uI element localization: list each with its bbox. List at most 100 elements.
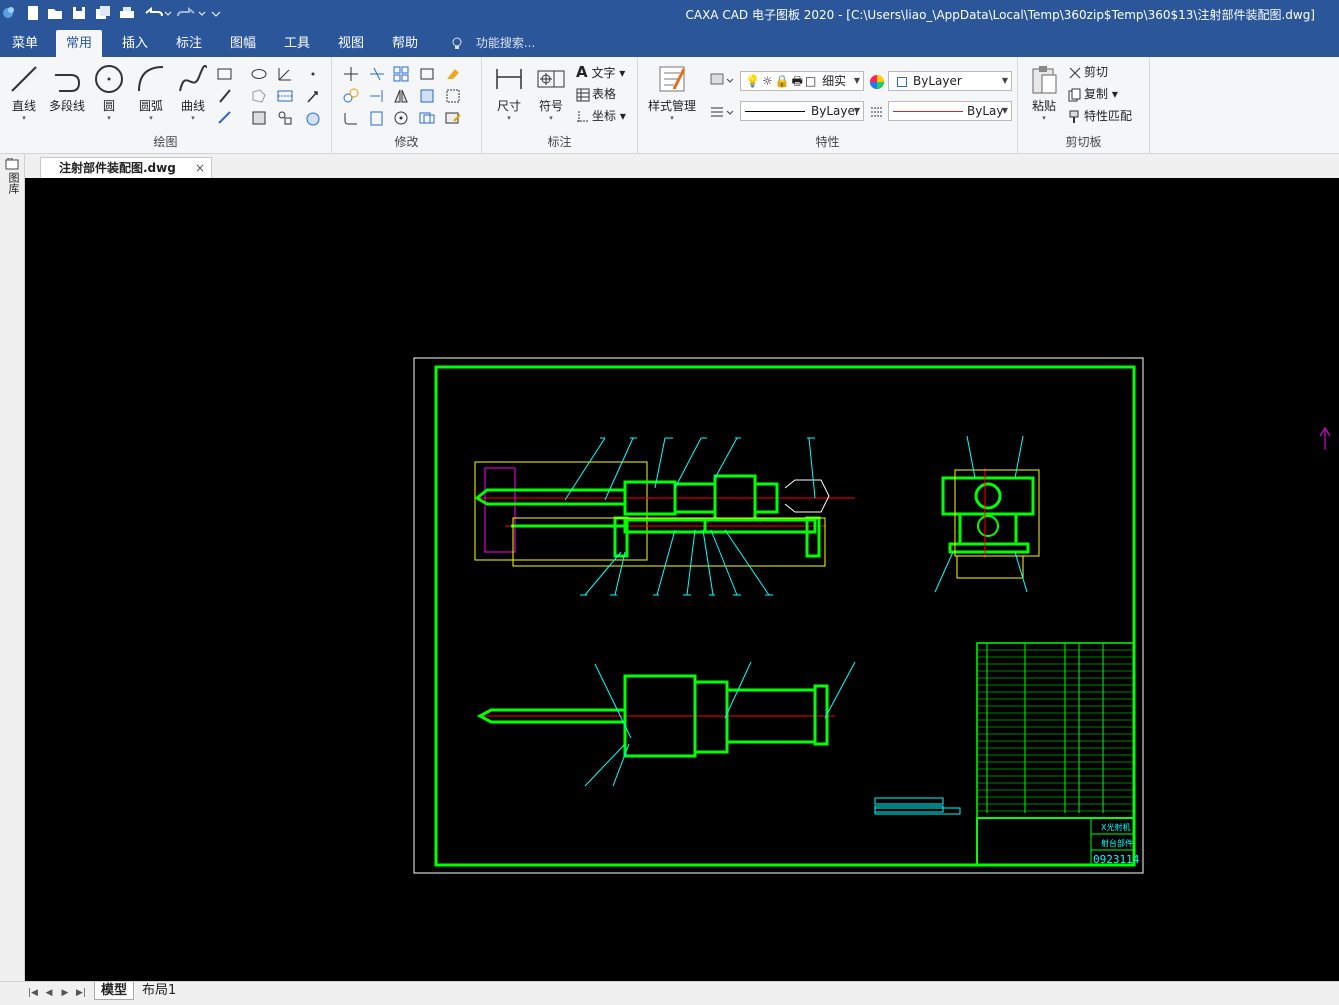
region-icon[interactable] xyxy=(304,109,322,127)
tab-menu[interactable]: 菜单 xyxy=(2,30,48,57)
text-button[interactable]: A 文字 ▾ xyxy=(576,63,625,81)
paste-button[interactable]: 粘贴 ▾ xyxy=(1024,63,1064,129)
parallel-line-icon[interactable] xyxy=(216,109,234,127)
geometric-tolerance-icon xyxy=(537,70,565,88)
prev-layout-icon[interactable]: ◀ xyxy=(42,986,56,1000)
brush-icon xyxy=(1069,110,1079,123)
style-manager-button[interactable]: 样式管理 ▾ xyxy=(644,63,700,129)
title-bar: CAXA CAD 电子图板 2020 - [C:\Users\liao_\App… xyxy=(0,0,1339,28)
side-view xyxy=(934,435,1040,593)
copy-icon xyxy=(1068,88,1081,101)
linetype-manager-icon[interactable] xyxy=(708,103,734,121)
move-icon[interactable] xyxy=(342,65,360,83)
document-tab[interactable]: 注射部件装配图.dwg × xyxy=(40,157,212,178)
layout-tab-layout1[interactable]: 布局1 xyxy=(136,982,182,1000)
fillet-icon[interactable] xyxy=(342,109,360,127)
rectangle-icon[interactable] xyxy=(216,65,234,83)
arrow-icon[interactable] xyxy=(304,87,322,105)
copy-object-icon[interactable] xyxy=(342,87,360,105)
layer-manager-icon[interactable] xyxy=(708,71,734,89)
block-icon[interactable] xyxy=(276,109,294,127)
linetype-combo[interactable]: ByLayer ▼ xyxy=(740,101,864,121)
open-folder-icon[interactable] xyxy=(46,4,64,22)
curve-button[interactable]: 曲线 ▾ xyxy=(172,63,214,129)
tab-view[interactable]: 视图 xyxy=(328,30,374,57)
new-file-icon[interactable] xyxy=(24,4,42,22)
line-button[interactable]: 直线 ▾ xyxy=(3,63,45,129)
extend-icon[interactable] xyxy=(368,87,386,105)
save-all-icon[interactable] xyxy=(94,4,112,22)
polyline-icon xyxy=(55,74,81,92)
circle-icon xyxy=(95,65,123,93)
tab-sheet[interactable]: 图幅 xyxy=(220,30,266,57)
symbol-button[interactable]: 符号 ▾ xyxy=(530,63,572,129)
rotate-icon[interactable] xyxy=(392,109,410,127)
title-block-code: 0923114 xyxy=(1093,853,1140,866)
tab-common[interactable]: 常用 xyxy=(56,30,103,57)
modify-group-label: 修改 xyxy=(394,135,419,149)
layer-state-icons: 💡☼🔒🖶□ xyxy=(745,74,819,88)
tab-tools[interactable]: 工具 xyxy=(274,30,320,57)
dimension-button[interactable]: 尺寸 ▾ xyxy=(488,63,530,129)
customize-quick-access-icon[interactable] xyxy=(210,4,222,22)
tech-note xyxy=(874,797,961,815)
edit-properties-icon[interactable] xyxy=(444,109,462,127)
library-panel-tab[interactable]: 图库 xyxy=(5,172,20,194)
scale-icon[interactable] xyxy=(368,109,386,127)
properties-group: 样式管理 ▾ 💡☼🔒🖶□ 细实 ▼ ByLayer ▼ ByLayer ▼ ByLay ▼… xyxy=(638,57,1018,154)
tab-help[interactable]: 帮助 xyxy=(382,30,428,57)
break-icon[interactable] xyxy=(444,87,462,105)
hatch-line-icon[interactable] xyxy=(216,87,234,105)
layout-tab-bar: |◀ ◀ ▶ ▶| 模型 布局1 xyxy=(0,981,1339,1005)
match-properties-button[interactable]: 特性匹配 xyxy=(1068,107,1132,125)
drawing-canvas[interactable]: X光射机 射台部件 0923114 xyxy=(25,178,1339,981)
save-icon[interactable] xyxy=(70,4,88,22)
layer-combo[interactable]: 💡☼🔒🖶□ 细实 ▼ xyxy=(740,71,864,91)
copy-button[interactable]: 复制 ▾ xyxy=(1068,85,1118,103)
trim-icon[interactable] xyxy=(368,65,386,83)
function-search[interactable]: 功能搜索... xyxy=(450,34,535,52)
lineweight-combo[interactable]: ByLay ▼ xyxy=(888,101,1012,121)
top-view xyxy=(476,661,856,787)
offset-icon[interactable] xyxy=(418,109,436,127)
front-view xyxy=(474,437,855,596)
coordinate-button[interactable]: 坐标 ▾ xyxy=(576,107,626,125)
redo-icon[interactable] xyxy=(176,4,206,22)
lineweight-icon[interactable] xyxy=(868,103,886,121)
last-layout-icon[interactable]: ▶| xyxy=(74,986,88,1000)
point-icon[interactable] xyxy=(304,65,322,83)
ellipse-icon[interactable] xyxy=(250,65,268,83)
hatch-icon[interactable] xyxy=(250,109,268,127)
centerline-icon[interactable] xyxy=(276,87,294,105)
color-wheel-icon[interactable] xyxy=(868,73,886,91)
mirror-icon[interactable] xyxy=(392,87,410,105)
library-icon[interactable] xyxy=(5,158,19,170)
polygon-icon[interactable] xyxy=(250,87,268,105)
annotate-group-label: 标注 xyxy=(547,135,572,149)
arc-button[interactable]: 圆弧 ▾ xyxy=(130,63,172,129)
array-icon[interactable] xyxy=(392,65,410,83)
app-logo-icon[interactable] xyxy=(2,4,20,22)
undo-icon[interactable] xyxy=(142,4,172,22)
angle-line-icon[interactable] xyxy=(276,65,294,83)
next-layout-icon[interactable]: ▶ xyxy=(58,986,72,1000)
table-button[interactable]: 表格 xyxy=(576,85,616,103)
erase-icon[interactable] xyxy=(444,65,462,83)
dimension-icon xyxy=(496,69,522,89)
explode-icon[interactable] xyxy=(418,87,436,105)
layout-tab-model[interactable]: 模型 xyxy=(94,982,135,1000)
color-combo[interactable]: ByLayer ▼ xyxy=(888,71,1012,91)
tab-annotate[interactable]: 标注 xyxy=(166,30,212,57)
polyline-button[interactable]: 多段线 xyxy=(44,63,90,129)
print-icon[interactable] xyxy=(118,4,136,22)
circle-button[interactable]: 圆 ▾ xyxy=(88,63,130,129)
paste-icon xyxy=(1032,66,1057,94)
annotate-group: 尺寸 ▾ 符号 ▾ A 文字 ▾ 表格 坐标 ▾ 标注 xyxy=(482,57,638,154)
modify-group: 修改 xyxy=(332,57,482,154)
cut-button[interactable]: 剪切 xyxy=(1068,63,1108,81)
drawing-svg: X光射机 射台部件 0923114 xyxy=(413,357,1331,874)
stretch-icon[interactable] xyxy=(418,65,436,83)
tab-insert[interactable]: 插入 xyxy=(112,30,158,57)
close-tab-icon[interactable]: × xyxy=(195,158,205,178)
first-layout-icon[interactable]: |◀ xyxy=(26,986,40,1000)
